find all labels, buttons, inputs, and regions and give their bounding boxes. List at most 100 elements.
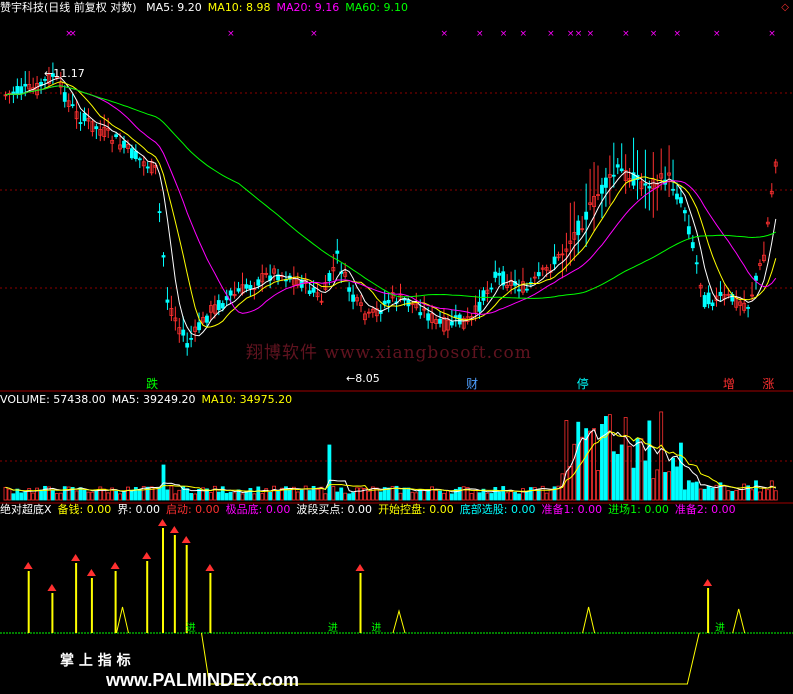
volume-bar — [461, 486, 466, 501]
candle-body — [157, 211, 162, 214]
candle-body — [600, 184, 604, 194]
candle-body — [220, 303, 225, 309]
volume-bar — [347, 493, 352, 501]
volume-bar — [208, 492, 213, 501]
candle-body — [94, 126, 99, 130]
volume-bar — [754, 480, 758, 501]
volume-bar — [679, 442, 683, 501]
volume-bar — [544, 492, 549, 501]
candle-body — [256, 279, 261, 286]
candle-body — [683, 210, 687, 214]
signal-arrow-icon — [703, 579, 713, 586]
candle-body — [643, 183, 648, 186]
volume-bar — [118, 493, 122, 501]
candle-body — [493, 271, 498, 278]
top-marker: × — [440, 29, 448, 39]
volume-bar — [185, 488, 190, 501]
candle-body — [185, 343, 190, 348]
volume-bar — [690, 482, 695, 501]
volume-bar — [398, 492, 403, 501]
volume-bar — [449, 493, 454, 501]
candle-body — [536, 272, 541, 277]
volume-bar — [295, 491, 300, 501]
candle-body — [248, 284, 253, 290]
candle-body — [694, 262, 699, 265]
volume-bar — [457, 487, 462, 501]
indicator-spike — [209, 573, 212, 633]
volume-bar — [485, 492, 490, 501]
signal-arrow-icon — [142, 552, 152, 559]
volume-bar — [517, 493, 521, 501]
candle-body — [746, 307, 750, 309]
volume-bar — [94, 490, 99, 501]
candle-body — [386, 299, 391, 304]
volume-bar — [82, 489, 87, 501]
indicator-spike — [162, 528, 164, 633]
candle-body — [611, 174, 616, 177]
volume-bar — [133, 487, 138, 501]
top-marker: × — [476, 29, 484, 39]
signal-arrow-icon — [169, 526, 179, 533]
volume-bar — [750, 489, 754, 501]
indicator-peak — [732, 608, 746, 634]
candle-body — [604, 177, 608, 188]
volume-bar — [31, 492, 36, 501]
volume-bar — [698, 488, 703, 501]
volume-bar — [287, 489, 292, 501]
volume-bar — [659, 411, 664, 501]
volume-bar — [505, 492, 510, 501]
volume-bar — [315, 488, 320, 501]
volume-bar — [15, 488, 20, 501]
signal-arrow-icon — [110, 562, 120, 569]
volume-bar — [343, 492, 348, 501]
volume-bar — [730, 490, 735, 501]
indicator-spike — [146, 561, 149, 633]
volume-bar — [671, 457, 675, 501]
volume-bar — [173, 493, 178, 501]
candle-body — [453, 315, 458, 318]
candle-body — [82, 112, 87, 122]
volume-bar — [189, 493, 194, 501]
candle-body — [710, 302, 715, 307]
volume-bar — [307, 490, 312, 501]
candle-body — [438, 318, 442, 324]
volume-bar — [477, 492, 482, 501]
top-marker: × — [768, 29, 776, 39]
volume-bar — [497, 491, 502, 501]
candle-body — [133, 150, 138, 160]
volume-bar — [410, 491, 415, 501]
volume-bar — [51, 490, 55, 501]
indicator-peak — [392, 609, 406, 634]
volume-bar — [521, 488, 525, 501]
indicator-spike — [75, 563, 78, 633]
volume-bar — [216, 491, 221, 501]
candle-body — [165, 299, 170, 303]
candle-body — [576, 220, 581, 236]
volume-bar — [615, 453, 620, 501]
volume-bar — [193, 493, 198, 501]
candle-body — [754, 275, 758, 281]
volume-bar — [667, 471, 671, 501]
low-price-label: ←8.05 — [346, 372, 380, 385]
candle-body — [382, 300, 387, 305]
volume-bar — [331, 486, 336, 501]
volume-bar — [256, 486, 261, 501]
ma60-line — [5, 85, 777, 299]
volume-bar — [35, 487, 39, 501]
candle-body — [122, 140, 126, 148]
volume-bar — [773, 490, 778, 501]
volume-bar — [7, 488, 12, 501]
watermark-bottom-left: 掌 上 指 标 — [60, 653, 131, 669]
volume-bar — [366, 490, 371, 501]
volume-bar — [102, 488, 107, 501]
volume-bar — [762, 487, 766, 501]
indicator-peak — [116, 606, 129, 634]
volume-bar — [722, 485, 727, 501]
volume-bar — [153, 487, 158, 501]
volume-bar — [386, 487, 391, 501]
volume-bar — [742, 483, 747, 501]
signal-arrow-icon — [86, 569, 96, 576]
signal-arrow-icon — [47, 584, 57, 591]
volume-bar — [19, 492, 24, 501]
volume-bar — [39, 489, 43, 501]
